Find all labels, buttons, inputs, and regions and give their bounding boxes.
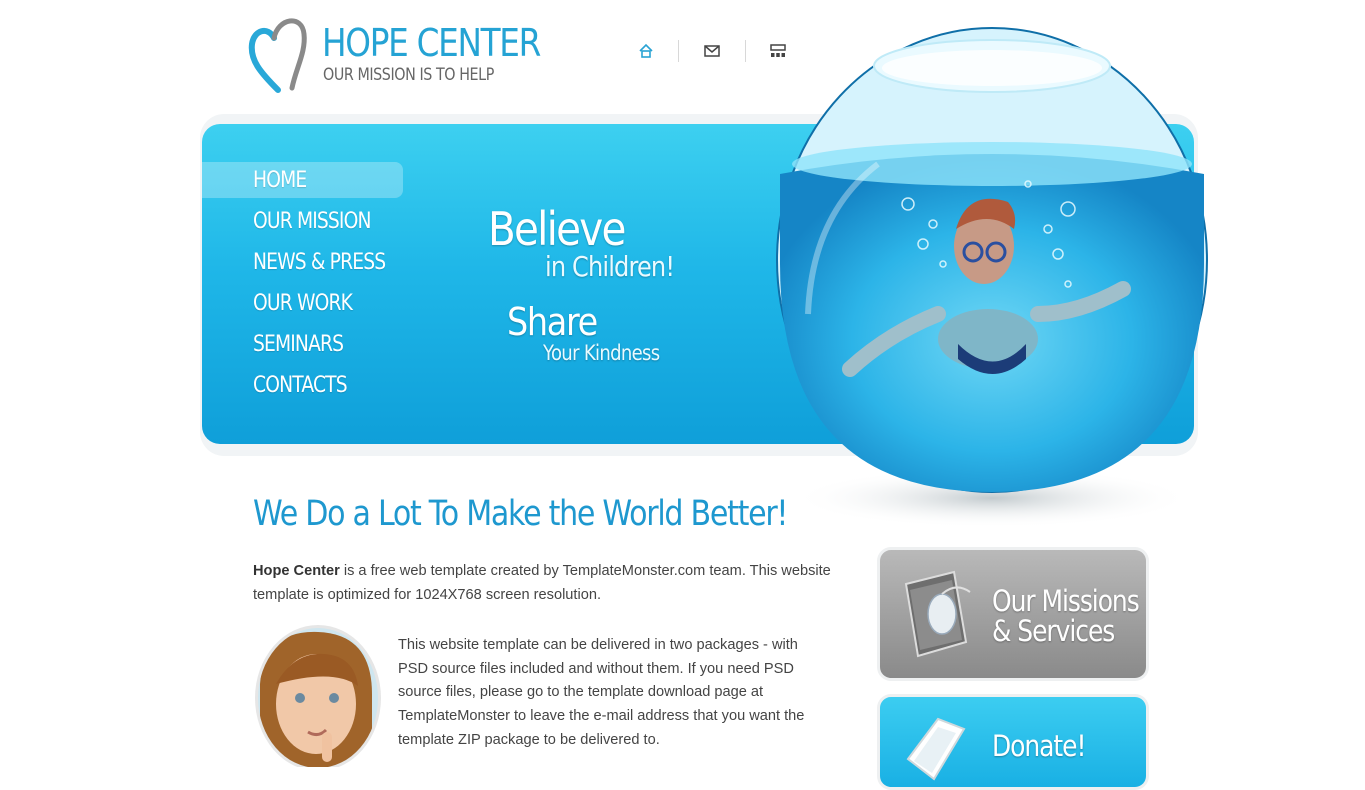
nav-label: OUR MISSION — [253, 209, 371, 234]
missions-line1: Our Missions — [992, 584, 1140, 618]
missions-services-banner[interactable]: Our Missions & Services — [877, 547, 1149, 681]
nav-item-news-press[interactable]: NEWS & PRESS — [202, 244, 412, 280]
folder-mouse-icon — [896, 564, 980, 669]
home-icon[interactable] — [635, 40, 657, 62]
fishbowl-swimmer-image — [768, 14, 1216, 534]
site-tagline: OUR MISSION IS TO HELP — [323, 65, 494, 85]
page-headline: We Do a Lot To Make the World Better! — [253, 494, 788, 534]
logo-heart-icon[interactable] — [248, 12, 310, 94]
nav-label: NEWS & PRESS — [253, 250, 386, 275]
donate-title: Donate! — [992, 729, 1086, 763]
nav-label: SEMINARS — [253, 332, 344, 357]
nav-item-our-work[interactable]: OUR WORK — [202, 285, 412, 321]
nav-label: HOME — [253, 168, 307, 193]
donate-banner[interactable]: Donate! — [877, 694, 1149, 790]
icon-divider — [745, 40, 746, 62]
icon-divider — [678, 40, 679, 62]
missions-line2: & Services — [992, 614, 1115, 648]
main-nav: HOME OUR MISSION NEWS & PRESS OUR WORK S… — [202, 162, 412, 408]
slogan-believe: Believe — [488, 202, 626, 256]
intro-paragraph: Hope Center is a free web template creat… — [253, 560, 833, 607]
site-title[interactable]: HOPE CENTER — [322, 24, 541, 62]
missions-title: Our Missions & Services — [992, 584, 1140, 648]
missions-box-inner: Our Missions & Services — [880, 550, 1146, 678]
nav-label: OUR WORK — [253, 291, 353, 316]
nav-item-seminars[interactable]: SEMINARS — [202, 326, 412, 362]
body-paragraph: This website template can be delivered i… — [398, 637, 805, 748]
donate-box-inner: Donate! — [880, 697, 1146, 787]
intro-bold: Hope Center — [253, 563, 340, 579]
nav-item-our-mission[interactable]: OUR MISSION — [202, 203, 412, 239]
slogan-your-kindness: Your Kindness — [543, 341, 660, 365]
nav-item-contacts[interactable]: CONTACTS — [202, 367, 412, 403]
nav-item-home[interactable]: HOME — [202, 162, 403, 198]
child-photo — [254, 624, 382, 771]
intro-text: is a free web template created by Templa… — [253, 563, 831, 603]
mail-icon[interactable] — [701, 40, 723, 62]
nav-label: CONTACTS — [253, 373, 348, 398]
phone-icon — [898, 709, 978, 787]
slogan-in-children: in Children! — [545, 250, 675, 283]
slogan-share: Share — [507, 300, 598, 344]
